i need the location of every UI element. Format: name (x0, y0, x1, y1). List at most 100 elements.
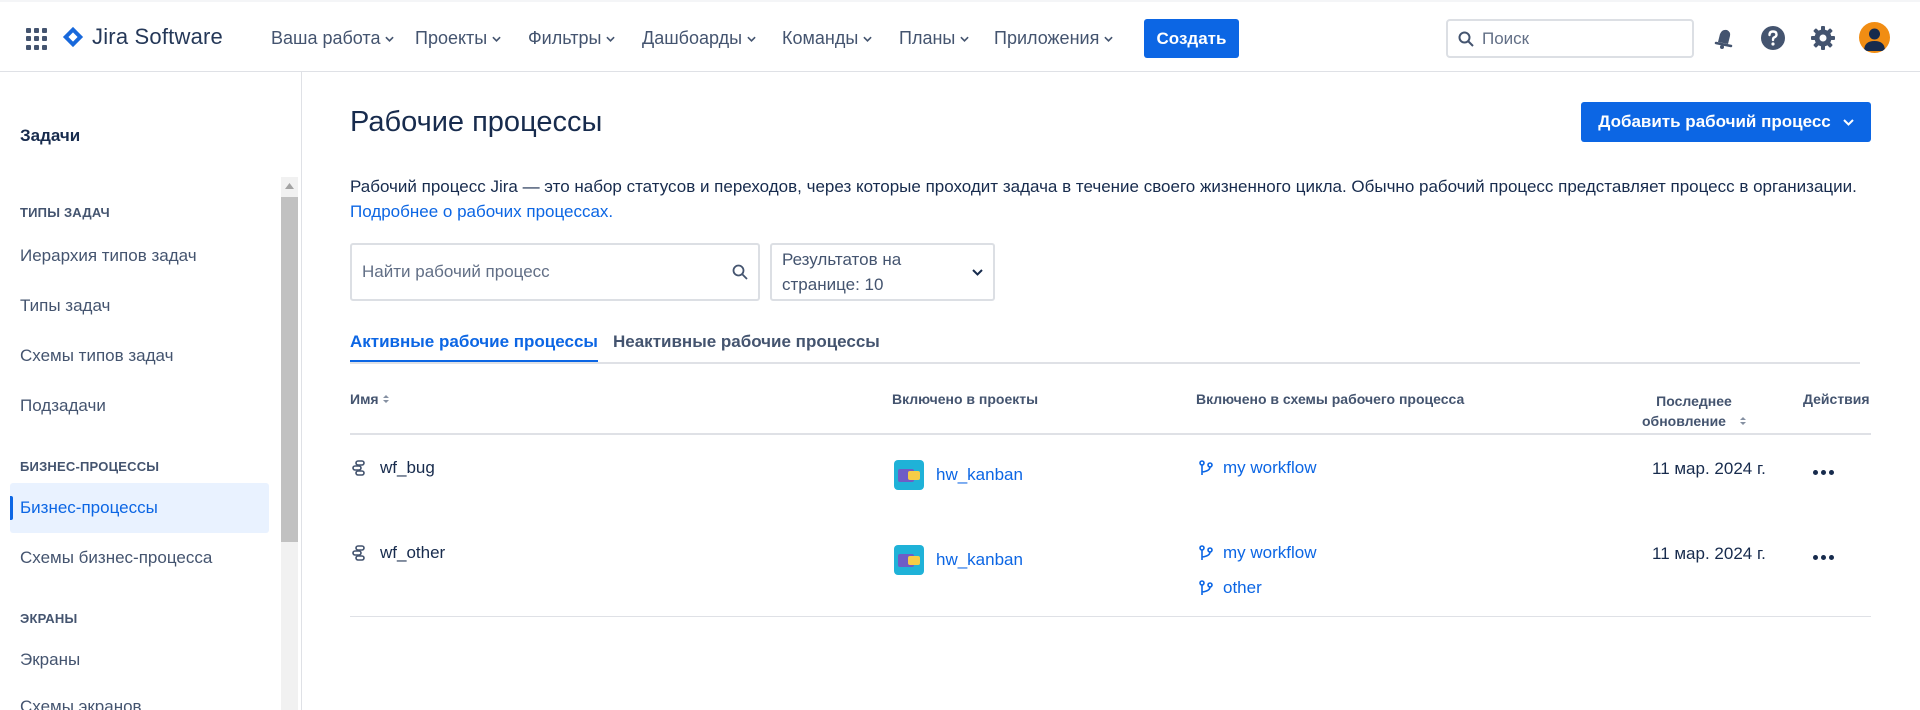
user-avatar[interactable] (1859, 22, 1890, 53)
tab-active-workflows[interactable]: Активные рабочие процессы (350, 332, 598, 362)
workflow-search-input[interactable] (362, 262, 732, 282)
avatar-person-icon (1864, 28, 1885, 51)
column-header-schemes: Включено в схемы рабочего процесса (1196, 391, 1465, 407)
nav-teams[interactable]: Команды (782, 28, 872, 49)
global-search[interactable] (1446, 19, 1694, 58)
description-text: Рабочий процесс Jira — это набор статусо… (350, 177, 1857, 196)
sidebar-item-issue-type-hierarchy[interactable]: Иерархия типов задач (10, 231, 269, 281)
tab-inactive-workflows[interactable]: Неактивные рабочие процессы (613, 332, 880, 360)
more-actions-icon[interactable] (1807, 460, 1839, 484)
sidebar-item-workflow-schemes[interactable]: Схемы бизнес-процесса (10, 533, 269, 583)
sidebar-scrollbar-thumb[interactable] (281, 197, 298, 542)
project-link[interactable]: hw_kanban (894, 460, 1023, 490)
sidebar-item-issue-types[interactable]: Типы задач (10, 281, 269, 331)
table-row-workflow-name: wf_bug (352, 458, 435, 478)
column-header-projects: Включено в проекты (892, 391, 1039, 407)
scheme-branch-icon (1199, 460, 1213, 475)
page-title: Рабочие процессы (350, 106, 603, 138)
project-name: hw_kanban (936, 550, 1023, 569)
column-header-actions: Действия (1803, 391, 1870, 407)
workflow-search-field[interactable] (350, 243, 760, 301)
notifications-icon[interactable] (1710, 24, 1738, 52)
workflow-name: wf_other (380, 543, 446, 562)
sidebar-item-subtasks[interactable]: Подзадачи (10, 381, 269, 431)
nav-label: Проекты (415, 28, 488, 48)
nav-label: Ваша работа (271, 28, 381, 48)
workflow-name: wf_bug (380, 458, 435, 477)
help-icon[interactable] (1759, 24, 1787, 52)
results-per-page-select[interactable]: Результатов на странице: 10 (770, 243, 995, 301)
sidebar: Задачи ТИПЫ ЗАДАЧ Иерархия типов задач Т… (0, 72, 302, 710)
workflow-scheme-link[interactable]: my workflow (1199, 458, 1317, 478)
chevron-down-icon (606, 36, 616, 42)
chevron-down-icon (492, 36, 501, 42)
chevron-down-icon (863, 36, 872, 42)
workflow-scheme-link[interactable]: my workflow (1199, 543, 1317, 563)
nav-apps[interactable]: Приложения (994, 28, 1113, 49)
scroll-up-arrow-icon[interactable] (281, 177, 298, 194)
workflow-scheme-link[interactable]: other (1199, 578, 1262, 598)
jira-logo-icon (62, 26, 84, 48)
scheme-branch-icon (1199, 580, 1213, 595)
chevron-down-icon (747, 36, 756, 42)
page-description: Рабочий процесс Jira — это набор статусо… (350, 174, 1860, 224)
last-updated-date: 11 мар. 2024 г. (1652, 459, 1766, 478)
project-name: hw_kanban (936, 465, 1023, 484)
chevron-down-icon (960, 36, 970, 42)
nav-projects[interactable]: Проекты (415, 28, 501, 49)
global-search-input[interactable] (1482, 28, 1672, 49)
project-link[interactable]: hw_kanban (894, 545, 1023, 575)
nav-label: Команды (782, 28, 859, 48)
column-header-name[interactable]: Имя (350, 391, 389, 407)
nav-dashboards[interactable]: Дашбоарды (642, 28, 756, 49)
settings-gear-icon[interactable] (1809, 24, 1837, 52)
sidebar-section-screens: ЭКРАНЫ (20, 611, 78, 626)
app-switcher-icon[interactable] (26, 28, 48, 50)
add-workflow-button[interactable]: Добавить рабочий процесс (1581, 102, 1871, 142)
workflow-tabs: Активные рабочие процессы Неактивные раб… (350, 330, 1860, 364)
search-icon (732, 264, 748, 280)
workflow-icon (352, 545, 365, 561)
nav-your-work[interactable]: Ваша работа (271, 28, 395, 49)
sidebar-item-screen-schemes[interactable]: Схемы экранов (10, 685, 269, 710)
nav-plans[interactable]: Планы (899, 28, 970, 49)
top-navigation: Jira Software Ваша работа Проекты Фильтр… (0, 0, 1920, 72)
sidebar-section-workflows: БИЗНЕС-ПРОЦЕССЫ (20, 459, 160, 474)
workflow-icon (352, 460, 365, 476)
nav-label: Приложения (994, 28, 1100, 48)
results-per-page-value: Результатов на странице: 10 (782, 250, 902, 294)
nav-label: Фильтры (528, 28, 602, 48)
sidebar-item-issue-type-schemes[interactable]: Схемы типов задач (10, 331, 269, 381)
sort-icon (382, 395, 389, 403)
app-name: Jira Software (92, 24, 223, 49)
sort-icon (1739, 417, 1746, 425)
column-header-last-updated[interactable]: Последнее обновление (1630, 391, 1758, 431)
workflow-scheme-name: other (1223, 578, 1262, 597)
chevron-down-icon (1843, 118, 1854, 126)
nav-filters[interactable]: Фильтры (528, 28, 616, 49)
chevron-down-icon (1104, 36, 1113, 42)
last-updated-date: 11 мар. 2024 г. (1652, 544, 1766, 563)
table-bottom-divider (350, 616, 1871, 617)
column-header-last-updated-line2: обновление (1642, 413, 1726, 429)
nav-label: Дашбоарды (642, 28, 743, 48)
add-workflow-label: Добавить рабочий процесс (1598, 112, 1831, 131)
project-avatar-icon (894, 545, 924, 575)
more-actions-icon[interactable] (1807, 545, 1839, 569)
sidebar-section-issue-types: ТИПЫ ЗАДАЧ (20, 205, 110, 220)
project-avatar-icon (894, 460, 924, 490)
scheme-branch-icon (1199, 545, 1213, 560)
jira-logo[interactable]: Jira Software (62, 24, 223, 50)
sidebar-item-workflows[interactable]: Бизнес-процессы (10, 483, 269, 533)
chevron-down-icon (385, 36, 395, 42)
create-button[interactable]: Создать (1144, 19, 1239, 58)
workflow-scheme-name: my workflow (1223, 458, 1317, 477)
table-header-divider (350, 433, 1871, 435)
column-header-name-label: Имя (350, 391, 379, 407)
table-row-workflow-name: wf_other (352, 543, 445, 563)
sidebar-item-screens[interactable]: Экраны (10, 635, 269, 685)
sidebar-title: Задачи (20, 126, 81, 145)
workflow-scheme-name: my workflow (1223, 543, 1317, 562)
learn-more-link[interactable]: Подробнее о рабочих процессах. (350, 202, 613, 221)
nav-label: Планы (899, 28, 956, 48)
